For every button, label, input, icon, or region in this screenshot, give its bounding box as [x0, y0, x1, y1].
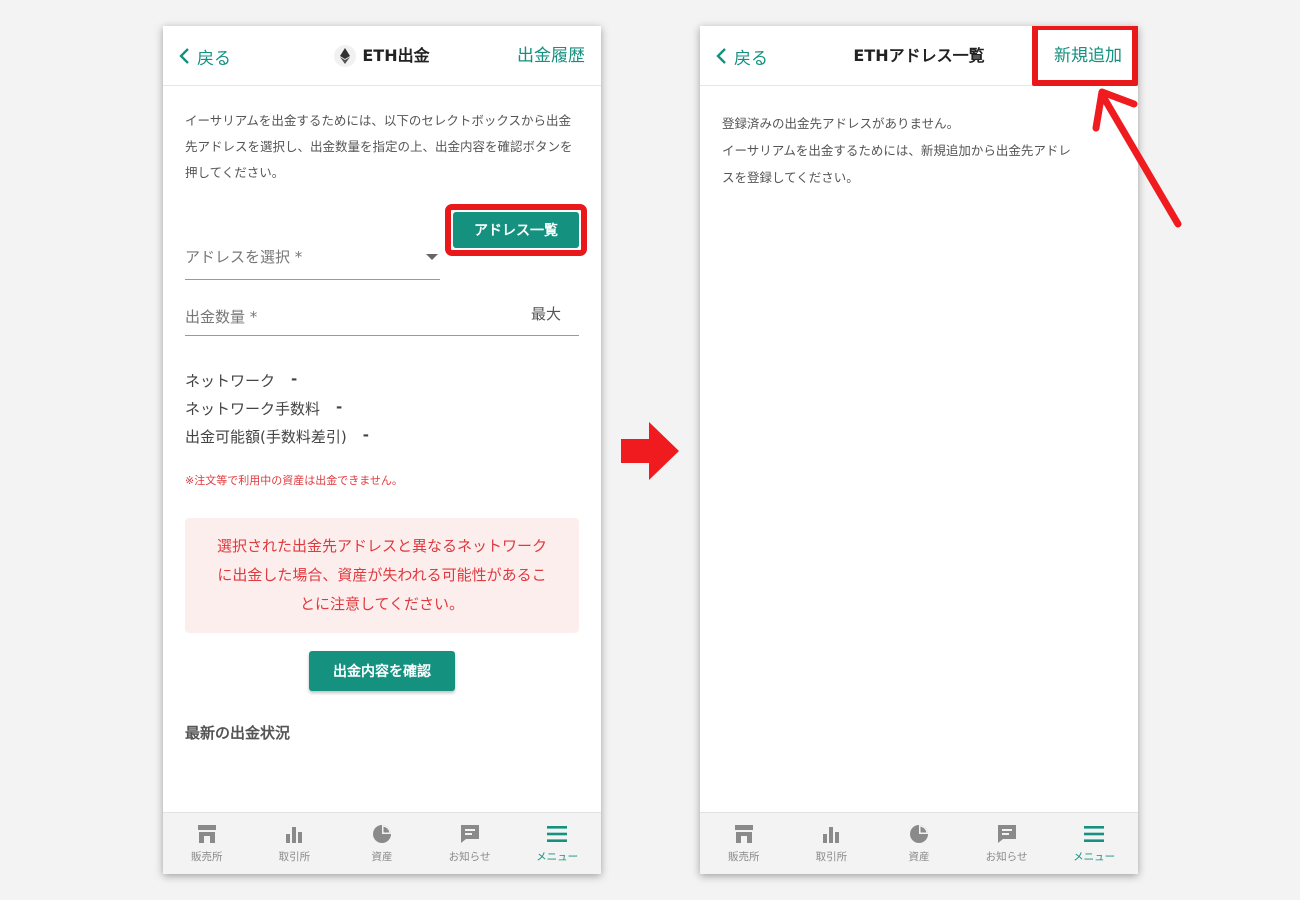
tab-bar: 販売所 取引所 資産 お知らせ メニュー — [163, 812, 601, 874]
pie-chart-icon — [372, 825, 391, 843]
pointer-arrow-icon — [1092, 88, 1182, 228]
message-icon — [997, 825, 1016, 843]
header: 戻る ETH出金 出金履歴 — [163, 26, 601, 86]
withdraw-history-link[interactable]: 出金履歴 — [517, 43, 585, 69]
tab-assets[interactable]: 資産 — [338, 813, 426, 874]
store-icon — [197, 825, 216, 843]
tab-label: 取引所 — [815, 851, 848, 863]
menu-icon — [1084, 826, 1105, 842]
tab-label: お知らせ — [985, 851, 1028, 863]
message-icon — [460, 825, 479, 843]
tab-label: 取引所 — [278, 851, 311, 863]
header: 戻る ETHアドレス一覧 新規追加 — [700, 26, 1138, 86]
warning-line: 選択された出金先アドレスと異なるネットワーク — [216, 537, 547, 555]
eth-withdraw-screen: 戻る ETH出金 出金履歴 イーサリアムを出金するためには、以下のセレクトボック… — [163, 26, 601, 874]
intro-text: イーサリアムを出金するためには、以下のセレクトボックスから出金先アドレスを選択し… — [185, 113, 573, 180]
asset-note: ※注文等で利用中の資産は出金できません。 — [185, 474, 403, 487]
store-icon — [734, 825, 753, 843]
warning-line: に出金した場合、資産が失われる可能性があるこ — [217, 566, 547, 584]
bar-chart-icon — [286, 827, 303, 843]
tab-menu[interactable]: メニュー — [513, 813, 601, 874]
menu-icon — [547, 826, 568, 842]
address-select[interactable]: アドレスを選択 * — [185, 232, 440, 280]
info-label: ネットワーク — [185, 372, 276, 390]
empty-line: 登録済みの出金先アドレスがありません。 — [722, 116, 960, 131]
info-value: - — [291, 370, 298, 388]
info-withdrawable: 出金可能額(手数料差引) - — [185, 426, 369, 447]
address-list-button[interactable]: アドレス一覧 — [453, 212, 579, 248]
eth-address-list-screen: 戻る ETHアドレス一覧 新規追加 登録済みの出金先アドレスがありません。 イー… — [700, 26, 1138, 874]
tab-label: 資産 — [371, 851, 393, 863]
bar-chart-icon — [823, 827, 840, 843]
tab-exchange[interactable]: 取引所 — [788, 813, 876, 874]
empty-line: イーサリアムを出金するためには、新規追加から出金先アドレ — [722, 143, 1071, 158]
warning-line: とに注意してください。 — [299, 595, 465, 613]
tab-label: お知らせ — [448, 851, 491, 863]
max-button[interactable]: 最大 — [531, 303, 561, 324]
confirm-withdraw-button[interactable]: 出金内容を確認 — [309, 651, 455, 691]
amount-placeholder: 出金数量 * — [185, 308, 258, 326]
address-select-placeholder: アドレスを選択 * — [185, 248, 303, 266]
add-new-link[interactable]: 新規追加 — [1054, 43, 1122, 69]
pie-chart-icon — [909, 825, 928, 843]
info-label: ネットワーク手数料 — [185, 400, 321, 418]
tab-news[interactable]: お知らせ — [426, 813, 514, 874]
tab-exchange[interactable]: 取引所 — [251, 813, 339, 874]
info-network: ネットワーク - — [185, 370, 297, 391]
info-value: - — [362, 426, 369, 444]
tab-assets[interactable]: 資産 — [875, 813, 963, 874]
tab-menu[interactable]: メニュー — [1050, 813, 1138, 874]
tab-store[interactable]: 販売所 — [700, 813, 788, 874]
info-value: - — [336, 398, 343, 416]
amount-input[interactable]: 出金数量 * 最大 — [185, 296, 579, 336]
tab-label: 販売所 — [191, 851, 223, 863]
tab-label: 資産 — [908, 851, 930, 863]
title-text: ETHアドレス一覧 — [853, 46, 985, 65]
tab-label: 販売所 — [728, 851, 760, 863]
latest-status-title: 最新の出金状況 — [185, 724, 291, 742]
tab-label: メニュー — [536, 851, 579, 863]
title-text: ETH出金 — [362, 46, 430, 65]
network-warning: 選択された出金先アドレスと異なるネットワーク に出金した場合、資産が失われる可能… — [185, 518, 579, 633]
info-label: 出金可能額(手数料差引) — [185, 428, 347, 446]
empty-message: 登録済みの出金先アドレスがありません。 イーサリアムを出金するためには、新規追加… — [722, 110, 1118, 191]
tab-label: メニュー — [1073, 851, 1116, 863]
caret-down-icon — [426, 254, 438, 260]
ethereum-icon — [334, 45, 357, 67]
info-network-fee: ネットワーク手数料 - — [185, 398, 342, 419]
arrow-right-icon — [621, 422, 679, 480]
tab-news[interactable]: お知らせ — [963, 813, 1051, 874]
tab-bar: 販売所 取引所 資産 お知らせ メニュー — [700, 812, 1138, 874]
empty-line: スを登録してください。 — [722, 170, 859, 185]
tab-store[interactable]: 販売所 — [163, 813, 251, 874]
